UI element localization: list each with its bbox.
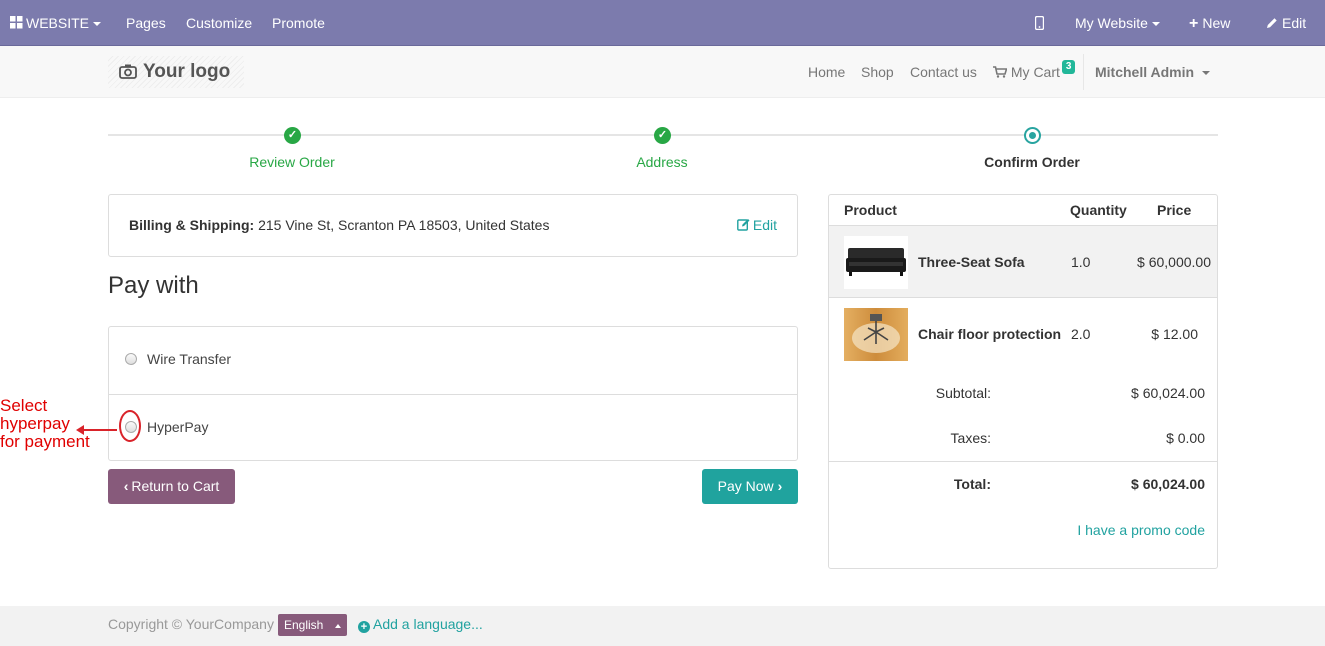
step-address[interactable]: Address [562, 154, 762, 170]
new-button[interactable]: + New [1189, 0, 1230, 46]
payment-option-wire-transfer[interactable]: Wire Transfer [109, 327, 797, 394]
annotation-line: Select [0, 396, 48, 415]
product-quantity: 1.0 [1071, 254, 1091, 270]
product-price: $ 12.00 [1151, 326, 1198, 342]
payment-methods-panel: Wire Transfer HyperPay [108, 326, 798, 461]
payment-option-hyperpay[interactable]: HyperPay [109, 394, 797, 461]
edit-icon [736, 219, 750, 231]
copyright-text: Copyright © YourCompany [108, 616, 274, 632]
taxes-value: $ 0.00 [1166, 430, 1205, 446]
product-name[interactable]: Three-Seat Sofa [918, 254, 1025, 270]
taxes-label: Taxes: [950, 430, 991, 446]
column-header-price: Price [1157, 202, 1192, 218]
billing-address-text: Billing & Shipping: 215 Vine St, Scranto… [129, 217, 549, 233]
total-label: Total: [953, 476, 991, 492]
column-header-quantity: Quantity [1070, 202, 1127, 218]
plus-circle-icon: + [358, 621, 370, 633]
product-quantity: 2.0 [1071, 326, 1091, 342]
chevron-up-icon [335, 623, 342, 628]
product-name[interactable]: Chair floor protection [918, 326, 1061, 342]
step-review-order[interactable]: Review Order [192, 154, 392, 170]
order-summary-panel: Product Quantity Price Three-Seat Sofa 1… [828, 194, 1218, 569]
promote-menu[interactable]: Promote [272, 0, 325, 46]
promo-code-link[interactable]: I have a promo code [1077, 522, 1205, 538]
billing-address: 215 Vine St, Scranton PA 18503, United S… [254, 217, 550, 233]
my-website-menu[interactable]: My Website [1075, 0, 1160, 46]
cart-icon [993, 66, 1008, 78]
pay-now-button[interactable]: Pay Now › [702, 469, 798, 504]
nav-divider [1083, 54, 1084, 90]
billing-shipping-panel: Billing & Shipping: 215 Vine St, Scranto… [108, 194, 798, 257]
product-price: $ 60,000.00 [1137, 254, 1211, 270]
chevron-right-icon: › [777, 478, 783, 494]
logo-text: Your logo [143, 61, 231, 82]
step-confirm-order: Confirm Order [984, 154, 1080, 170]
annotation-line: for payment [0, 432, 90, 451]
nav-home[interactable]: Home [808, 46, 845, 98]
my-website-label: My Website [1075, 15, 1148, 31]
mobile-icon [1034, 15, 1045, 31]
add-language-link[interactable]: + Add a language... [358, 616, 483, 633]
chevron-down-icon [1202, 71, 1211, 76]
chevron-left-icon: ‹ [123, 478, 129, 494]
camera-icon [119, 64, 137, 79]
edit-button[interactable]: Edit [1266, 0, 1306, 46]
wire-transfer-label[interactable]: Wire Transfer [147, 351, 231, 367]
return-to-cart-label: Return to Cart [131, 478, 220, 494]
language-label: English [284, 618, 324, 632]
nav-my-cart[interactable]: My Cart 3 [993, 46, 1076, 98]
grid-icon [10, 16, 23, 29]
nav-shop[interactable]: Shop [861, 46, 894, 98]
language-selector[interactable]: English [278, 614, 348, 636]
pay-now-label: Pay Now [717, 478, 774, 494]
cart-row: Three-Seat Sofa 1.0 $ 60,000.00 [829, 225, 1217, 298]
arrow-left-icon [76, 425, 84, 435]
billing-edit-link[interactable]: Edit [736, 217, 777, 233]
admin-bar: WEBSITE Pages Customize Promote My Websi… [0, 0, 1325, 46]
customize-menu[interactable]: Customize [186, 0, 252, 46]
user-menu[interactable]: Mitchell Admin [1095, 46, 1211, 98]
site-header: Your logo Home Shop Contact us My Cart 3 … [0, 46, 1325, 98]
current-step-icon [1024, 127, 1041, 144]
cart-row: Chair floor protection 2.0 $ 12.00 [829, 298, 1217, 371]
mobile-preview-button[interactable] [1034, 0, 1045, 46]
cart-label: My Cart [1010, 64, 1060, 80]
return-to-cart-button[interactable]: ‹ Return to Cart [108, 469, 235, 504]
subtotal-label: Subtotal: [935, 385, 991, 401]
highlight-circle [119, 410, 141, 442]
hyperpay-label[interactable]: HyperPay [147, 419, 208, 435]
cart-count-badge: 3 [1061, 60, 1076, 74]
footer: Copyright © YourCompany English + Add a l… [0, 606, 1325, 646]
pencil-icon [1267, 18, 1277, 28]
add-language-label: Add a language... [373, 616, 483, 632]
product-image-sofa [844, 236, 908, 289]
column-header-product: Product [844, 202, 897, 218]
product-image-chair-mat [844, 308, 908, 361]
check-icon: ✓ [654, 127, 671, 144]
pages-menu[interactable]: Pages [126, 0, 166, 46]
divider [829, 461, 1217, 462]
chevron-down-icon [1151, 22, 1160, 27]
annotation-arrow [79, 429, 117, 431]
billing-edit-label: Edit [752, 217, 777, 233]
edit-label: Edit [1282, 15, 1307, 31]
total-value: $ 60,024.00 [1131, 476, 1205, 492]
nav-contact-us[interactable]: Contact us [910, 46, 977, 98]
plus-icon: + [1189, 15, 1199, 32]
website-menu[interactable]: WEBSITE [10, 0, 102, 46]
check-icon: ✓ [284, 127, 301, 144]
website-menu-label: WEBSITE [26, 15, 90, 31]
site-logo[interactable]: Your logo [108, 56, 244, 88]
annotation-text: Select hyperpay for payment [0, 397, 90, 451]
pay-with-heading: Pay with [108, 272, 199, 299]
subtotal-value: $ 60,024.00 [1131, 385, 1205, 401]
user-name: Mitchell Admin [1095, 64, 1195, 80]
billing-label: Billing & Shipping: [129, 217, 255, 233]
chevron-down-icon [93, 22, 102, 27]
new-label: New [1202, 15, 1231, 31]
wire-transfer-radio[interactable] [125, 353, 137, 365]
